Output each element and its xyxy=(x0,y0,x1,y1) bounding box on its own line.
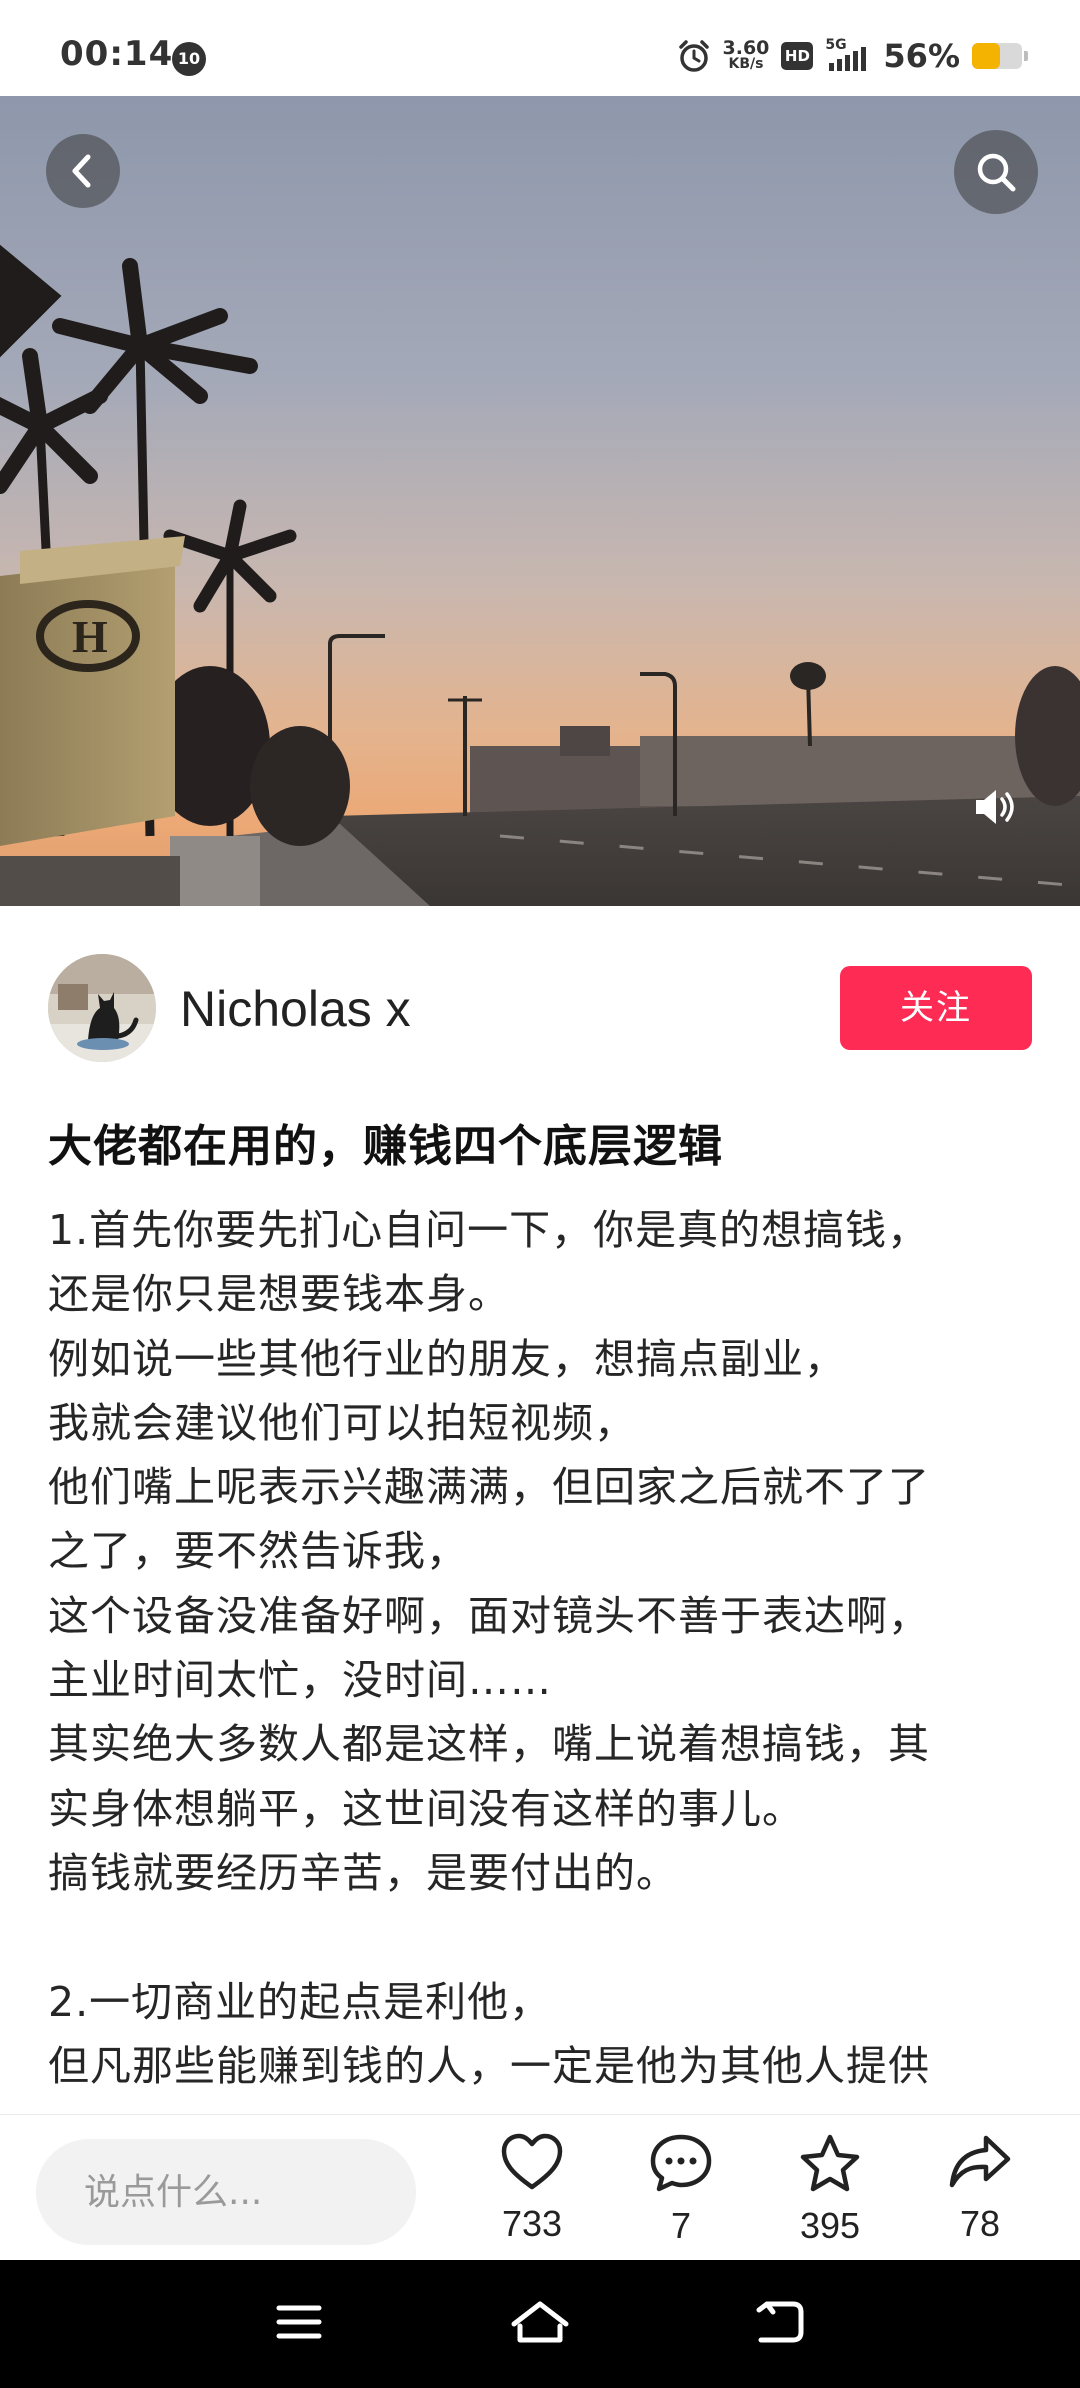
comment-bubble-icon xyxy=(621,2133,741,2193)
avatar[interactable] xyxy=(48,954,156,1062)
home-icon xyxy=(510,2298,570,2350)
post-line: 但凡那些能赚到钱的人，一定是他为其他人提供 xyxy=(48,2041,930,2090)
home-button[interactable] xyxy=(505,2294,575,2354)
post-line: 其实绝大多数人都是这样，嘴上说着想搞钱，其 xyxy=(48,1720,930,1769)
comment-count: 7 xyxy=(670,2205,692,2246)
search-icon xyxy=(975,151,1017,193)
heart-icon xyxy=(472,2133,592,2191)
post-line xyxy=(48,1905,1048,1969)
post-line: 这个设备没准备好啊，面对镜头不善于表达啊， xyxy=(48,1591,930,1640)
post-line: 实身体想躺平，这世间没有这样的事儿。 xyxy=(48,1784,804,1833)
recent-apps-button[interactable] xyxy=(264,2294,334,2354)
nav-back-button[interactable] xyxy=(745,2294,815,2354)
post-line: 主业时间太忙，没时间…… xyxy=(48,1656,552,1705)
status-indicators: 3.60 KB/s HD 5G 56% xyxy=(677,36,1028,76)
menu-icon xyxy=(275,2302,323,2346)
status-time: 00:14 xyxy=(60,34,174,74)
action-bar: 733 7 395 78 xyxy=(0,2114,1080,2261)
author-row: Nicholas x 关注 xyxy=(0,950,1080,1070)
search-button[interactable] xyxy=(954,130,1038,214)
signal-icon: 5G xyxy=(825,37,871,71)
comment-input[interactable] xyxy=(36,2139,416,2245)
favorite-button[interactable]: 395 xyxy=(770,2133,890,2247)
status-bar: 00:14 10 3.60 KB/s HD 5G 56% xyxy=(0,0,1080,96)
post-line: 1.首先你要先扪心自问一下，你是真的想搞钱， xyxy=(48,1206,930,1254)
cat-avatar-icon xyxy=(48,954,156,1062)
star-icon xyxy=(770,2133,890,2193)
post-line: 之了，要不然告诉我， xyxy=(48,1527,468,1576)
post-line: 搞钱就要经历辛苦，是要付出的。 xyxy=(48,1848,678,1897)
post-title: 大佬都在用的，赚钱四个底层逻辑 xyxy=(48,1121,723,1172)
share-button[interactable]: 78 xyxy=(920,2133,1040,2245)
speaker-icon[interactable] xyxy=(972,786,1018,828)
like-count: 733 xyxy=(501,2203,563,2244)
network-speed-value: 3.60 xyxy=(722,37,770,59)
follow-button[interactable]: 关注 xyxy=(840,966,1032,1050)
system-nav-bar xyxy=(0,2260,1080,2388)
hd-icon: HD xyxy=(781,42,814,70)
back-nav-icon xyxy=(753,2298,807,2350)
notification-badge-icon: 10 xyxy=(172,42,206,76)
post-line: 例如说一些其他行业的朋友，想搞点副业， xyxy=(48,1334,846,1383)
svg-text:H: H xyxy=(72,611,108,662)
share-count: 78 xyxy=(959,2203,1001,2244)
like-button[interactable]: 733 xyxy=(472,2133,592,2245)
battery-percent: 56% xyxy=(883,37,960,75)
post-line: 还是你只是想要钱本身。 xyxy=(48,1270,510,1319)
back-button[interactable] xyxy=(46,134,120,208)
battery-icon xyxy=(972,43,1028,69)
author-name[interactable]: Nicholas x xyxy=(180,980,411,1038)
post-photo[interactable]: H xyxy=(0,96,1080,906)
network-speed: 3.60 KB/s xyxy=(722,37,770,73)
back-icon xyxy=(68,154,98,188)
alarm-icon xyxy=(677,39,711,73)
network-speed-unit: KB/s xyxy=(728,56,764,72)
favorite-count: 395 xyxy=(799,2205,861,2246)
comment-button[interactable]: 7 xyxy=(621,2133,741,2247)
post-line: 我就会建议他们可以拍短视频， xyxy=(48,1398,636,1447)
post-body: 1.首先你要先扪心自问一下，你是真的想搞钱， 还是你只是想要钱本身。 例如说一些… xyxy=(48,1198,1048,2118)
post-line: 2.一切商业的起点是利他， xyxy=(48,1977,552,2026)
sunset-street-photo: H xyxy=(0,96,1080,906)
share-icon xyxy=(920,2133,1040,2191)
post-line: 他们嘴上呢表示兴趣满满，但回家之后就不了了 xyxy=(48,1463,930,1512)
